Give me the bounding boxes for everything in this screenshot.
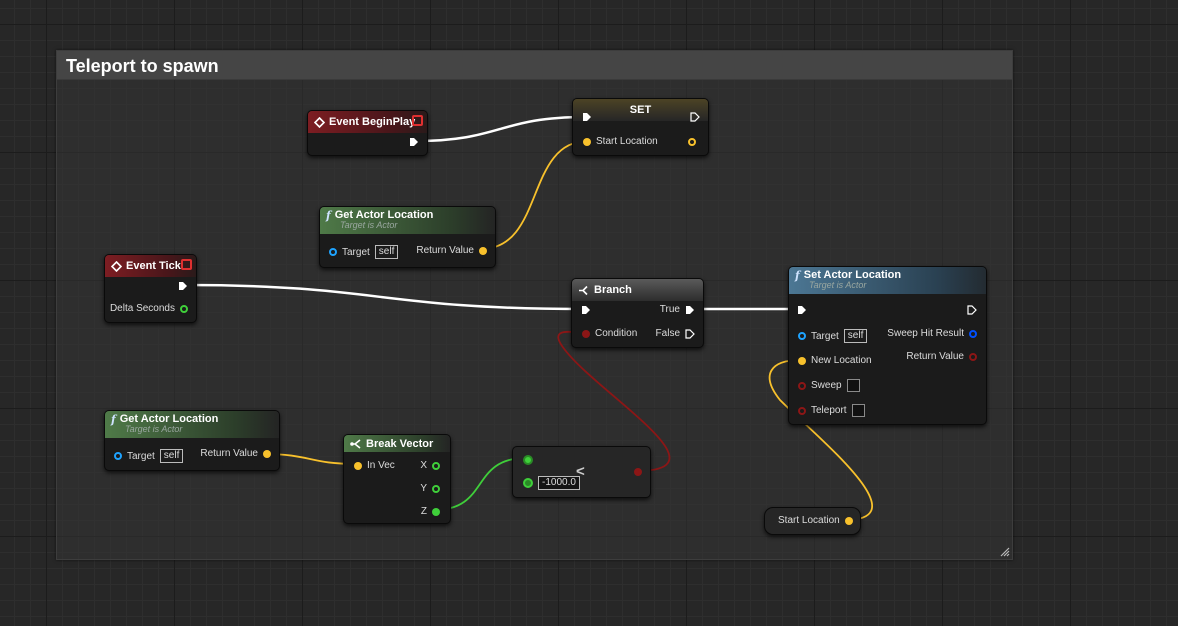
y-label: Y bbox=[420, 483, 427, 494]
start-location-getter-node[interactable]: Start Location bbox=[764, 507, 861, 535]
branch-icon bbox=[579, 285, 588, 295]
a-in-pin[interactable] bbox=[523, 455, 533, 465]
condition-label: Condition bbox=[595, 328, 638, 339]
target-self-field[interactable]: self bbox=[159, 449, 184, 463]
set-actor-location-node[interactable]: f Set Actor Location Target is Actor Tar… bbox=[788, 266, 987, 425]
z-label: Z bbox=[420, 506, 427, 517]
b-value-field[interactable]: -1000.0 bbox=[538, 476, 580, 490]
new-location-pin[interactable] bbox=[798, 356, 806, 365]
false-label: False bbox=[655, 328, 680, 339]
target-pin[interactable] bbox=[114, 452, 122, 460]
event-beginplay-node[interactable]: Event BeginPlay bbox=[307, 110, 428, 156]
exec-out-pin-icon[interactable] bbox=[967, 305, 977, 315]
get-actor-location-node[interactable]: f Get Actor Location Target is Actor Tar… bbox=[104, 410, 280, 471]
delegate-pin[interactable] bbox=[181, 259, 192, 270]
node-title: Event Tick bbox=[126, 260, 181, 272]
teleport-pin[interactable] bbox=[798, 406, 806, 415]
y-out-pin[interactable] bbox=[432, 484, 440, 493]
exec-out-pin-icon[interactable] bbox=[409, 137, 419, 147]
start-location-label: Start Location bbox=[596, 136, 658, 147]
return-value-pin[interactable] bbox=[479, 246, 487, 255]
vector-in-pin[interactable] bbox=[583, 137, 591, 146]
branch-node[interactable]: Branch True Condition False bbox=[571, 278, 704, 348]
node-subtitle: Target is Actor bbox=[340, 220, 398, 230]
new-location-label: New Location bbox=[811, 355, 872, 366]
exec-out-pin-icon[interactable] bbox=[178, 281, 188, 291]
target-self-field[interactable]: self bbox=[843, 329, 868, 343]
event-diamond-icon bbox=[314, 116, 325, 128]
node-subtitle: Target is Actor bbox=[125, 424, 183, 434]
set-variable-node[interactable]: SET Start Location bbox=[572, 98, 709, 156]
start-location-out-pin[interactable] bbox=[844, 516, 853, 525]
x-label: X bbox=[420, 460, 427, 471]
function-icon: f bbox=[111, 413, 116, 426]
sweep-checkbox[interactable] bbox=[846, 379, 860, 392]
exec-false-pin-icon[interactable] bbox=[685, 328, 695, 339]
return-value-label: Return Value bbox=[200, 448, 258, 459]
start-location-label: Start Location bbox=[778, 515, 840, 526]
node-title: Event BeginPlay bbox=[329, 116, 416, 128]
get-actor-location-node[interactable]: f Get Actor Location Target is Actor Tar… bbox=[319, 206, 496, 268]
b-in-pin[interactable] bbox=[523, 478, 533, 488]
target-label: Target bbox=[811, 330, 839, 342]
target-pin[interactable] bbox=[329, 248, 337, 256]
delta-seconds-label: Delta Seconds bbox=[109, 303, 175, 314]
node-subtitle: Target is Actor bbox=[809, 280, 867, 290]
return-value-pin[interactable] bbox=[263, 449, 271, 458]
delegate-pin[interactable] bbox=[412, 115, 423, 126]
teleport-checkbox[interactable] bbox=[851, 404, 865, 417]
sweep-label: Sweep bbox=[811, 380, 842, 391]
x-out-pin[interactable] bbox=[432, 461, 440, 470]
function-icon: f bbox=[326, 209, 331, 222]
node-title: Break Vector bbox=[366, 437, 434, 450]
wire-getlocation-to-set bbox=[480, 140, 589, 250]
sweep-pin[interactable] bbox=[798, 381, 806, 390]
vector-out-pin[interactable] bbox=[688, 138, 696, 146]
wire-tick-to-branch bbox=[184, 283, 584, 311]
return-value-label: Return Value bbox=[906, 351, 964, 362]
sweep-hit-result-label: Sweep Hit Result bbox=[887, 328, 964, 339]
break-vector-node[interactable]: Break Vector In Vec X Y Z bbox=[343, 434, 451, 524]
exec-out-pin-icon[interactable] bbox=[690, 112, 700, 122]
return-value-pin[interactable] bbox=[969, 352, 977, 361]
z-out-pin[interactable] bbox=[432, 507, 440, 516]
wire-beginplay-to-set bbox=[416, 115, 586, 143]
node-title: SET bbox=[629, 104, 652, 116]
event-diamond-icon bbox=[111, 260, 122, 272]
target-label: Target bbox=[127, 450, 155, 462]
exec-in-pin-icon[interactable] bbox=[581, 305, 591, 315]
return-value-label: Return Value bbox=[416, 245, 474, 256]
in-vec-pin[interactable] bbox=[354, 461, 362, 470]
delta-seconds-pin[interactable] bbox=[180, 304, 188, 313]
true-label: True bbox=[659, 304, 680, 315]
target-self-field[interactable]: self bbox=[374, 245, 399, 259]
condition-pin[interactable] bbox=[582, 329, 590, 338]
target-pin[interactable] bbox=[798, 332, 806, 340]
function-icon: f bbox=[795, 269, 800, 282]
node-title: Branch bbox=[594, 284, 632, 296]
exec-in-pin-icon[interactable] bbox=[797, 305, 807, 315]
sweep-hit-result-pin[interactable] bbox=[969, 329, 977, 338]
less-than-node[interactable]: < -1000.0 bbox=[512, 446, 651, 498]
in-vec-label: In Vec bbox=[367, 460, 395, 471]
result-out-pin[interactable] bbox=[634, 468, 642, 476]
exec-in-pin-icon[interactable] bbox=[582, 112, 592, 122]
exec-true-pin-icon[interactable] bbox=[685, 305, 695, 315]
target-label: Target bbox=[342, 246, 370, 258]
break-struct-icon bbox=[350, 438, 361, 449]
teleport-label: Teleport bbox=[811, 405, 847, 416]
event-tick-node[interactable]: Event Tick Delta Seconds bbox=[104, 254, 197, 323]
